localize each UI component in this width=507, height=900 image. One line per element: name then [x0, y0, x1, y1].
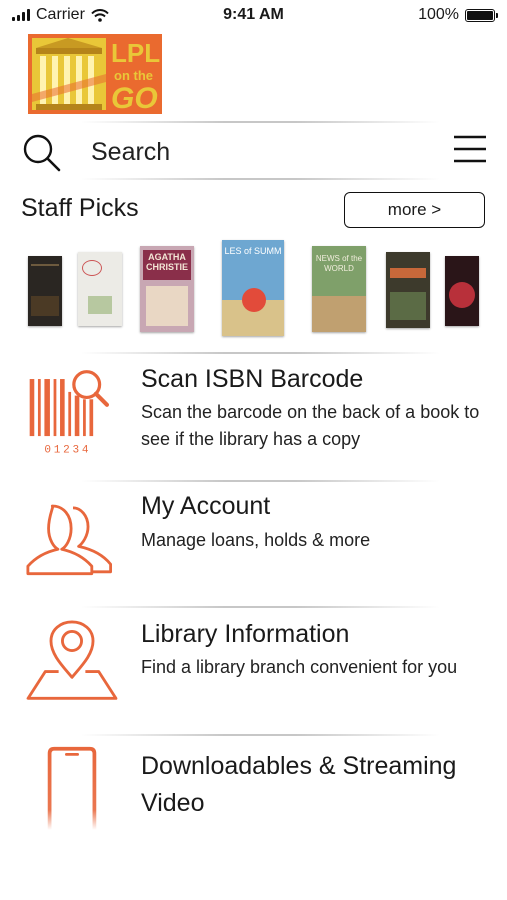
- hamburger-menu-icon[interactable]: [453, 134, 487, 164]
- menu-item-title: Scan ISBN Barcode: [141, 365, 364, 393]
- menu-item-title: Downloadables & Streaming Video: [141, 752, 457, 817]
- book-title-text: AGATHA CHRISTIE: [145, 252, 188, 272]
- logo-text-lpl: LPL: [111, 38, 160, 68]
- book-cover[interactable]: AGATHA CHRISTIE: [140, 246, 194, 332]
- menu-item-downloadables[interactable]: Downloadables & Streaming Video: [0, 740, 507, 850]
- map-pin-icon: [26, 620, 118, 700]
- logo-text-go: GO: [111, 82, 158, 114]
- barcode-icon: 01234: [29, 370, 110, 457]
- menu-item-library-information[interactable]: Library Information Find a library branc…: [0, 614, 507, 729]
- phone-icon: [47, 746, 97, 830]
- menu-item-description: Find a library branch convenient for you: [141, 657, 458, 677]
- book-cover[interactable]: [28, 256, 62, 326]
- barcode-digits: 01234: [44, 445, 91, 457]
- logo-text-onthe: on the: [114, 68, 153, 83]
- divider: [80, 352, 440, 354]
- book-cover[interactable]: [445, 256, 479, 326]
- book-cover[interactable]: [78, 252, 122, 326]
- search-input[interactable]: Search: [91, 138, 170, 167]
- book-cover[interactable]: LES of SUMM: [222, 240, 284, 336]
- status-bar: Carrier 9:41 AM 100%: [0, 0, 507, 32]
- book-title-text: NEWS of the WORLD: [315, 254, 363, 273]
- battery-percent: 100%: [418, 6, 459, 23]
- staff-picks-carousel[interactable]: AGATHA CHRISTIE LES of SUMM NEWS of the …: [0, 236, 507, 340]
- divider: [80, 734, 440, 736]
- divider: [80, 606, 440, 608]
- divider: [80, 480, 440, 482]
- more-button[interactable]: more >: [344, 192, 485, 228]
- divider: [80, 178, 440, 180]
- book-cover[interactable]: [386, 252, 430, 328]
- users-icon: [26, 504, 113, 576]
- book-title-text: LES of SUMM: [224, 246, 282, 256]
- menu-item-description: Manage loans, holds & more: [141, 530, 371, 550]
- menu-item-scan-isbn[interactable]: 01234 Scan ISBN Barcode Scan the barcode…: [0, 360, 507, 475]
- divider: [80, 121, 440, 123]
- menu-item-description: Scan the barcode on the back of a book t…: [141, 402, 480, 449]
- search-bar[interactable]: Search: [0, 124, 507, 178]
- book-cover[interactable]: NEWS of the WORLD: [312, 246, 366, 332]
- search-icon[interactable]: [22, 133, 62, 173]
- staff-picks-title: Staff Picks: [21, 194, 139, 222]
- lpl-logo[interactable]: LPL on the GO: [28, 34, 162, 114]
- menu-item-title: My Account: [141, 492, 271, 520]
- menu-item-title: Library Information: [141, 620, 350, 648]
- status-right: 100%: [418, 6, 498, 24]
- menu-item-my-account[interactable]: My Account Manage loans, holds & more: [0, 486, 507, 601]
- battery-icon: [465, 8, 498, 22]
